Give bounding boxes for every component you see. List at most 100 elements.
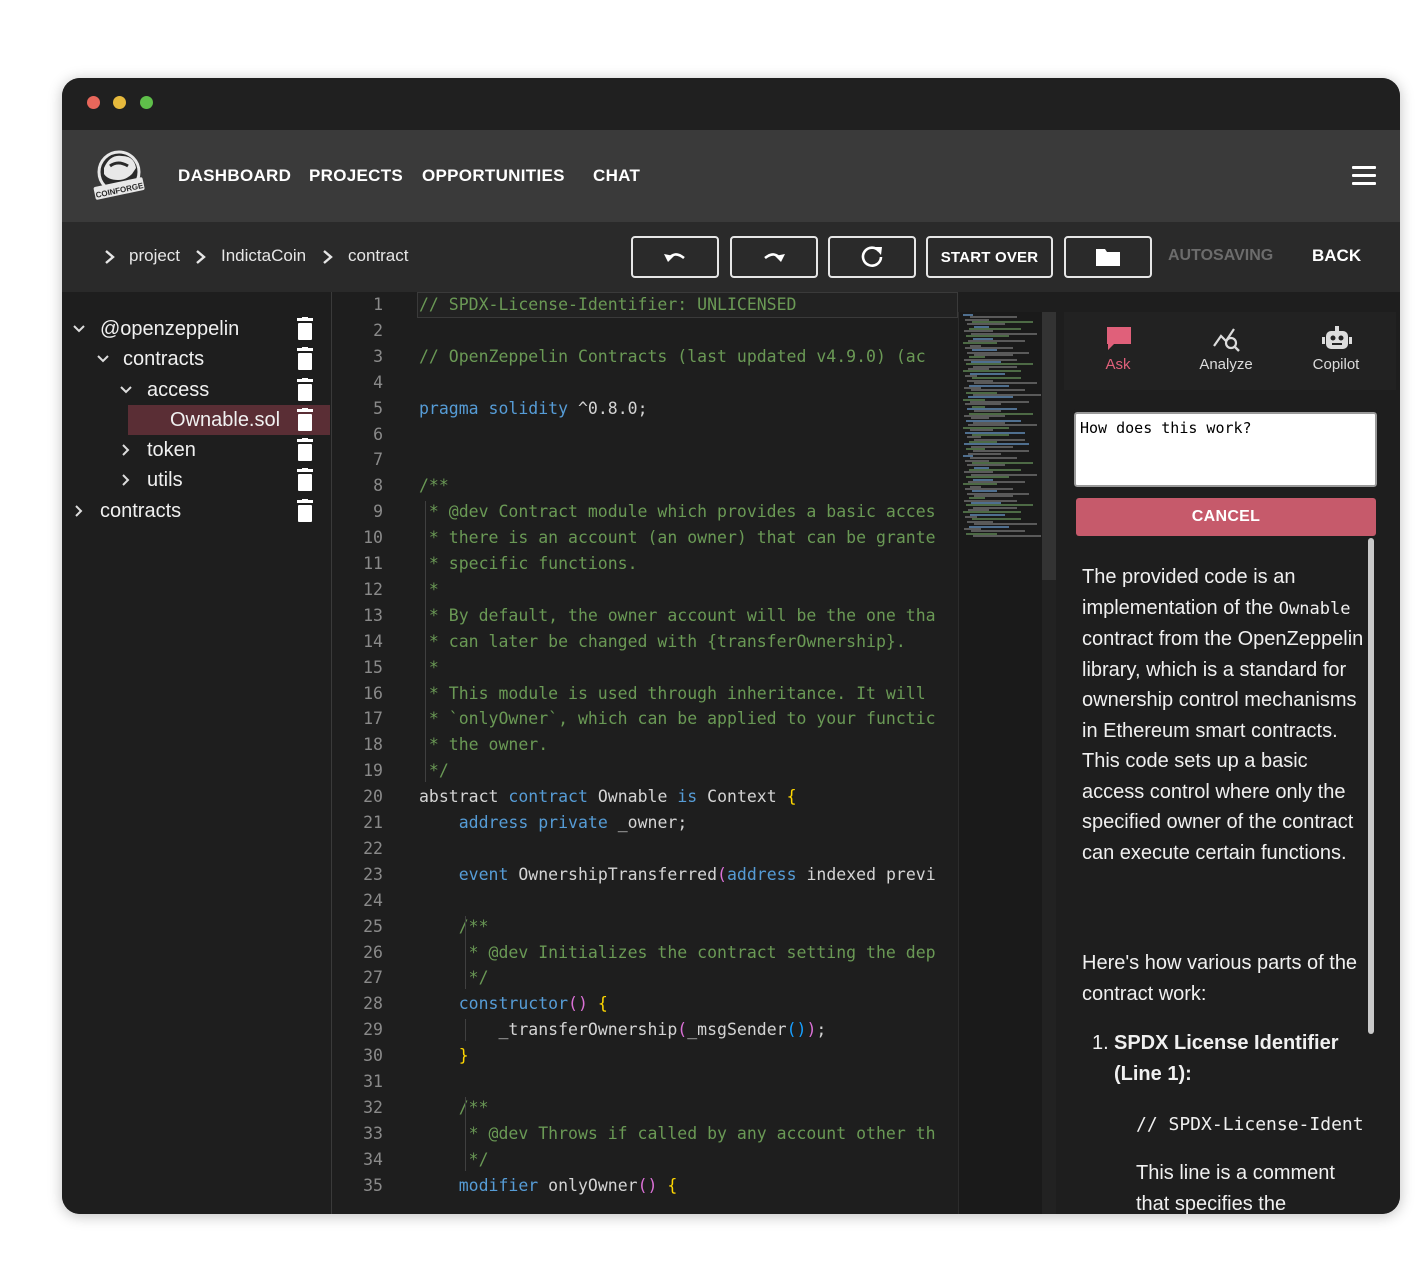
trash-icon[interactable] <box>296 468 314 492</box>
code-line[interactable]: 12 * <box>333 577 958 603</box>
code-line[interactable]: 5 pragma solidity ^0.8.0; <box>333 396 958 422</box>
chevron-right-icon[interactable] <box>119 443 133 457</box>
code-line[interactable]: 26 * @dev Initializes the contract setti… <box>333 940 958 966</box>
tree-item-contracts-root[interactable]: contracts <box>62 496 330 526</box>
code-line[interactable]: 14 * can later be changed with {transfer… <box>333 629 958 655</box>
code-line[interactable]: 25 /** <box>333 914 958 940</box>
chevron-down-icon[interactable] <box>119 383 133 397</box>
open-folder-button[interactable] <box>1064 236 1152 278</box>
breadcrumb-indictacoin[interactable]: IndictaCoin <box>221 246 306 266</box>
code-editor[interactable]: 1 // SPDX-License-Identifier: UNLICENSED 2… <box>333 292 958 1214</box>
tree-item-openzeppelin[interactable]: @openzeppelin <box>62 314 330 344</box>
code-line[interactable]: 34 */ <box>333 1147 958 1173</box>
code-line[interactable]: 31 <box>333 1069 958 1095</box>
code-line[interactable]: 24 <box>333 888 958 914</box>
code-line[interactable]: 23 event OwnershipTransferred(address in… <box>333 862 958 888</box>
coinforge-logo[interactable]: COINFORGE <box>88 144 150 206</box>
refresh-icon <box>861 246 883 267</box>
code-line[interactable]: 6 <box>333 422 958 448</box>
code-text: // SPDX-License-Identifier: UNLICENSED <box>419 295 797 314</box>
code-line[interactable]: 11 * specific functions. <box>333 551 958 577</box>
code-line[interactable]: 35 modifier onlyOwner() { <box>333 1173 958 1199</box>
indent-guide <box>425 501 426 783</box>
tree-item-ownable-sol[interactable]: Ownable.sol <box>62 405 330 435</box>
code-line[interactable]: 3 // OpenZeppelin Contracts (last updated… <box>333 344 958 370</box>
code-line[interactable]: 28 constructor() { <box>333 991 958 1017</box>
code-line[interactable]: 29 _transferOwnership(_msgSender()); <box>333 1017 958 1043</box>
line-number: 28 <box>363 994 383 1014</box>
undo-button[interactable] <box>631 236 719 278</box>
close-window-button[interactable] <box>87 96 100 109</box>
code-line[interactable]: 2 <box>333 318 958 344</box>
chevron-right-icon <box>105 250 115 264</box>
line-number: 3 <box>373 346 383 366</box>
chevron-right-icon[interactable] <box>119 473 133 487</box>
code-text: modifier onlyOwner() { <box>458 1175 678 1195</box>
chevron-down-icon[interactable] <box>72 322 86 336</box>
code-line[interactable]: 33 * @dev Throws if called by any accoun… <box>333 1121 958 1147</box>
editor-scrollbar[interactable] <box>1042 312 1056 1214</box>
code-line[interactable]: 20 abstract contract Ownable is Context { <box>333 784 958 810</box>
tree-item-access[interactable]: access <box>62 375 330 405</box>
answer-scrollbar[interactable] <box>1368 538 1374 1034</box>
code-line[interactable]: 1 // SPDX-License-Identifier: UNLICENSED <box>333 292 958 318</box>
code-line[interactable]: 15 * <box>333 655 958 681</box>
code-text: * This module is used through inheritanc… <box>419 683 926 703</box>
code-line[interactable]: 16 * This module is used through inherit… <box>333 681 958 707</box>
code-line[interactable]: 7 <box>333 447 958 473</box>
chevron-right-icon <box>323 250 333 264</box>
question-input[interactable]: How does this work? <box>1071 409 1380 490</box>
code-line[interactable]: 21 address private _owner; <box>333 810 958 836</box>
trash-icon[interactable] <box>296 347 314 371</box>
code-line[interactable]: 22 <box>333 836 958 862</box>
chevron-down-icon[interactable] <box>96 352 110 366</box>
nav-dashboard[interactable]: DASHBOARD <box>178 166 291 186</box>
code-line[interactable]: 10 * there is an account (an owner) that… <box>333 525 958 551</box>
list-number: 1. <box>1092 1032 1109 1054</box>
code-text: event OwnershipTransferred(address index… <box>458 864 936 884</box>
line-number: 31 <box>363 1072 383 1091</box>
code-line[interactable]: 17 * `onlyOwner`, which can be applied t… <box>333 706 958 732</box>
start-over-button[interactable]: START OVER <box>926 236 1053 278</box>
nav-opportunities[interactable]: OPPORTUNITIES <box>422 166 565 186</box>
back-button[interactable]: BACK <box>1312 246 1361 266</box>
trash-icon[interactable] <box>296 499 314 523</box>
code-line[interactable]: 19 */ <box>333 758 958 784</box>
trash-icon[interactable] <box>296 317 314 341</box>
editor-minimap[interactable] <box>958 312 1042 1214</box>
code-line[interactable]: 27 */ <box>333 965 958 991</box>
nav-projects[interactable]: PROJECTS <box>309 166 403 186</box>
refresh-button[interactable] <box>828 236 916 278</box>
breadcrumb-project[interactable]: project <box>129 246 180 266</box>
trash-icon[interactable] <box>296 438 314 462</box>
code-line[interactable]: 18 * the owner. <box>333 732 958 758</box>
tree-item-utils[interactable]: utils <box>62 465 330 495</box>
trash-icon[interactable] <box>296 408 314 432</box>
line-number: 32 <box>363 1097 383 1117</box>
nav-chat[interactable]: CHAT <box>593 166 640 186</box>
redo-button[interactable] <box>730 236 818 278</box>
tab-analyze[interactable]: Analyze <box>1176 312 1276 390</box>
line-number: 5 <box>373 398 383 418</box>
tree-item-label: @openzeppelin <box>100 318 240 340</box>
scrollbar-thumb[interactable] <box>1042 312 1056 580</box>
tree-item-token[interactable]: token <box>62 435 330 465</box>
maximize-window-button[interactable] <box>140 96 153 109</box>
line-number: 2 <box>373 320 383 340</box>
trash-icon[interactable] <box>296 378 314 402</box>
code-line[interactable]: 4 <box>333 370 958 396</box>
code-line[interactable]: 30 } <box>333 1043 958 1069</box>
minimize-window-button[interactable] <box>113 96 126 109</box>
code-line[interactable]: 32 /** <box>333 1095 958 1121</box>
assistant-tabs: Ask Analyze Copilot <box>1064 312 1396 390</box>
cancel-button[interactable]: CANCEL <box>1076 498 1376 536</box>
tab-ask[interactable]: Ask <box>1068 312 1168 390</box>
chevron-right-icon[interactable] <box>72 504 86 518</box>
code-line[interactable]: 9 * @dev Contract module which provides … <box>333 499 958 525</box>
code-line[interactable]: 13 * By default, the owner account will … <box>333 603 958 629</box>
hamburger-icon[interactable] <box>1352 166 1378 186</box>
line-number: 11 <box>363 554 383 573</box>
tab-copilot[interactable]: Copilot <box>1286 312 1386 390</box>
tree-item-contracts[interactable]: contracts <box>62 344 330 374</box>
code-line[interactable]: 8 /** <box>333 473 958 499</box>
